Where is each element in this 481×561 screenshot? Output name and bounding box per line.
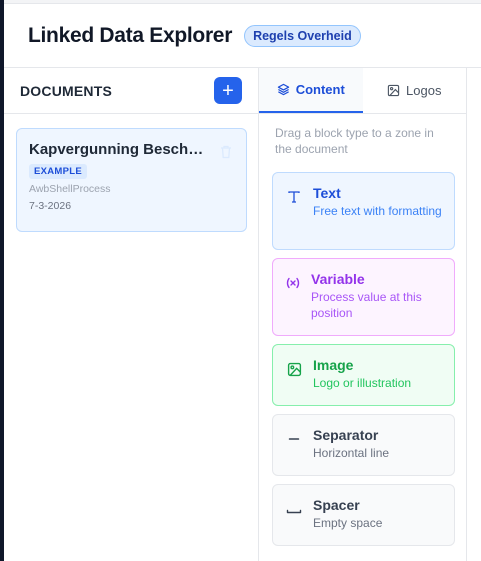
documents-header: DOCUMENTS + — [4, 68, 258, 114]
spacer-icon — [285, 500, 303, 518]
variable-icon — [285, 274, 301, 292]
block-text-description: Free text with formatting — [313, 204, 442, 218]
block-variable-title: Variable — [311, 271, 365, 287]
app-header: Linked Data Explorer Regels Overheid — [4, 4, 481, 68]
tab-content-label: Content — [295, 82, 345, 97]
image-icon — [387, 84, 400, 97]
header-badge: Regels Overheid — [244, 24, 361, 47]
block-variable[interactable]: Variable Process value at this position — [272, 258, 455, 336]
blocks-tabs: Content Logos — [259, 68, 466, 114]
tab-content[interactable]: Content — [259, 68, 363, 113]
canvas-edge — [467, 68, 481, 561]
app-title: Linked Data Explorer — [28, 23, 233, 47]
document-process: AwbShellProcess — [29, 183, 111, 195]
tab-logos-label: Logos — [406, 83, 442, 98]
add-document-button[interactable]: + — [214, 77, 242, 104]
document-name: Kapvergunning Beschik... — [29, 141, 204, 158]
block-separator[interactable]: Separator Horizontal line — [272, 414, 455, 476]
text-icon — [285, 188, 303, 206]
document-date: 7-3-2026 — [29, 200, 72, 212]
separator-icon — [285, 430, 303, 448]
block-text-title: Text — [313, 185, 341, 201]
image-icon — [285, 360, 303, 378]
document-card[interactable]: Kapvergunning Beschik... EXAMPLE AwbShel… — [16, 128, 247, 232]
drag-hint: Drag a block type to a zone in the docum… — [275, 126, 434, 156]
block-text[interactable]: Text Free text with formatting — [272, 172, 455, 250]
block-variable-description: Process value at this position — [311, 290, 422, 320]
blocks-panel: Content Logos Drag a block type to a zon… — [259, 68, 467, 561]
block-separator-description: Horizontal line — [313, 446, 390, 460]
block-separator-title: Separator — [313, 427, 379, 443]
block-image-title: Image — [313, 357, 354, 373]
trash-icon[interactable] — [220, 145, 232, 159]
block-spacer[interactable]: Spacer Empty space — [272, 484, 455, 546]
tab-logos[interactable]: Logos — [363, 68, 467, 113]
document-tag: EXAMPLE — [29, 164, 88, 179]
block-spacer-title: Spacer — [313, 497, 360, 513]
documents-panel: DOCUMENTS + Kapvergunning Beschik... EXA… — [4, 68, 259, 561]
block-spacer-description: Empty space — [313, 516, 383, 530]
layers-icon — [277, 83, 289, 96]
documents-heading: DOCUMENTS — [20, 82, 113, 99]
block-image-description: Logo or illustration — [313, 376, 412, 390]
block-image[interactable]: Image Logo or illustration — [272, 344, 455, 406]
